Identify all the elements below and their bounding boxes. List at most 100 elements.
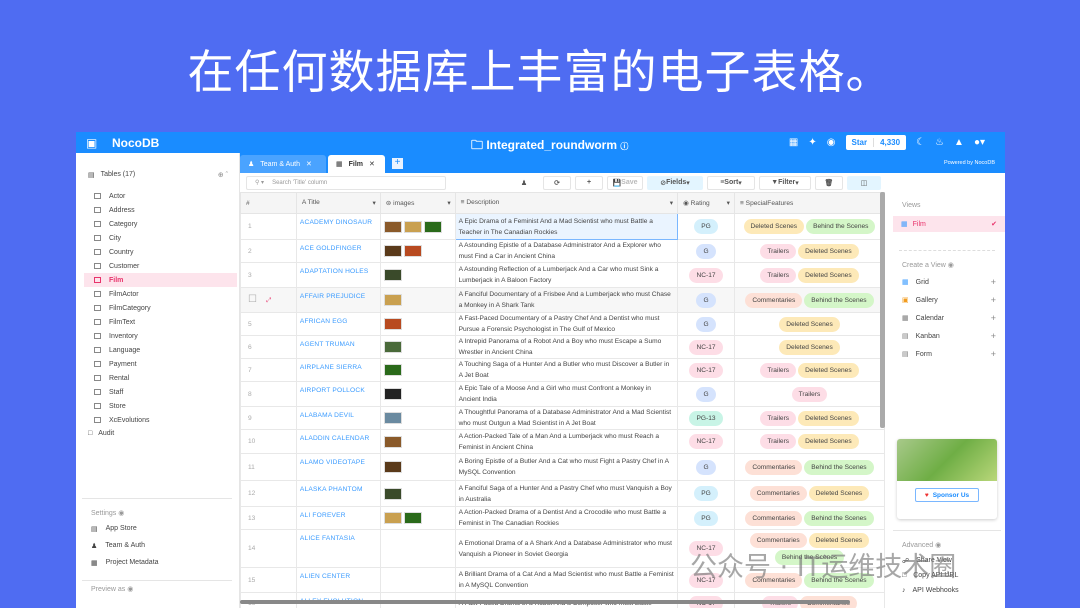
create-view-grid[interactable]: ▦ Grid + bbox=[893, 273, 1005, 291]
image-thumbnail[interactable] bbox=[423, 220, 442, 233]
image-thumbnail[interactable] bbox=[383, 245, 402, 257]
description-cell[interactable]: A Touching Saga of a Hunter And a Butler… bbox=[454, 358, 679, 382]
rating-cell[interactable]: NC-17 bbox=[677, 429, 735, 454]
special-features-cell[interactable]: Deleted Scenes Behind the Scenes bbox=[733, 213, 885, 240]
rating-cell[interactable]: G bbox=[677, 453, 735, 481]
sidebar-item-filmactor[interactable]: FilmActor bbox=[84, 287, 237, 301]
special-features-cell[interactable]: Trailers Deleted Scenes bbox=[733, 262, 885, 288]
description-cell[interactable]: A Astounding Reflection of a Lumberjack … bbox=[454, 262, 679, 288]
plus-icon[interactable]: + bbox=[991, 277, 996, 287]
sponsor-button[interactable]: ♥ Sponsor Us bbox=[915, 488, 979, 502]
table-row[interactable]: ☐ ⤢ AFFAIR PREJUDICE A Fanciful Documentar… bbox=[240, 287, 885, 313]
image-thumbnail[interactable] bbox=[383, 318, 402, 330]
table-row[interactable]: 2 ACE GOLDFINGER A Astounding Epistle of a… bbox=[240, 239, 885, 263]
add-tab-button[interactable]: + bbox=[392, 158, 403, 169]
images-cell[interactable] bbox=[379, 567, 456, 593]
expand-icon[interactable]: ⤢ bbox=[257, 297, 271, 304]
sidebar-item-customer[interactable]: Customer bbox=[84, 259, 237, 273]
description-cell[interactable]: A Epic Tale of a Moose And a Girl who mu… bbox=[454, 381, 679, 407]
table-row[interactable]: 11 ALAMO VIDEOTAPE A Boring Epistle of a B… bbox=[240, 453, 885, 481]
special-features-cell[interactable]: Deleted Scenes bbox=[733, 312, 885, 336]
sidebar-item-city[interactable]: City bbox=[84, 231, 237, 245]
twitter-icon[interactable]: ✦ bbox=[808, 137, 816, 148]
image-thumbnail[interactable] bbox=[383, 512, 402, 524]
images-cell[interactable] bbox=[379, 312, 456, 336]
plus-icon[interactable]: + bbox=[991, 295, 996, 305]
description-cell[interactable]: A Intrepid Panorama of a Robot And a Boy… bbox=[454, 335, 679, 359]
sidebar-item-store[interactable]: Store bbox=[84, 399, 237, 413]
title-cell[interactable]: ALASKA PHANTOM bbox=[295, 480, 381, 507]
title-cell[interactable]: ALABAMA DEVIL bbox=[295, 406, 381, 430]
add-row-button[interactable]: + bbox=[575, 175, 603, 190]
chevron-down-icon[interactable]: ▾ bbox=[447, 199, 450, 207]
title-cell[interactable]: ADAPTATION HOLES bbox=[295, 262, 381, 288]
plus-icon[interactable]: + bbox=[991, 349, 996, 359]
view-film[interactable]: ▦ Film ✔ bbox=[893, 216, 1005, 232]
plus-icon[interactable]: + bbox=[991, 331, 996, 341]
images-cell[interactable] bbox=[379, 506, 456, 530]
description-cell[interactable]: A Brilliant Drama of a Cat And a Mad Sci… bbox=[454, 567, 679, 593]
images-cell[interactable] bbox=[379, 239, 456, 263]
images-cell[interactable] bbox=[379, 529, 456, 568]
images-cell[interactable] bbox=[379, 406, 456, 430]
table-row[interactable]: 8 AIRPORT POLLOCK A Epic Tale of a Moose A… bbox=[240, 381, 885, 407]
sidebar-item-actor[interactable]: Actor bbox=[84, 189, 237, 203]
description-cell[interactable]: A Action-Packed Drama of a Dentist And a… bbox=[454, 506, 679, 530]
special-features-cell[interactable]: Trailers Deleted Scenes bbox=[733, 429, 885, 454]
images-cell[interactable] bbox=[379, 287, 456, 313]
images-cell[interactable] bbox=[379, 480, 456, 507]
preview-as[interactable]: Preview as ◉ bbox=[82, 580, 232, 599]
image-thumbnail[interactable] bbox=[383, 364, 402, 376]
vertical-scrollbar[interactable] bbox=[880, 192, 885, 428]
image-thumbnail[interactable] bbox=[383, 435, 402, 448]
special-features-cell[interactable]: Deleted Scenes bbox=[733, 335, 885, 359]
description-cell[interactable]: A Epic Drama of a Feminist And a Mad Sci… bbox=[454, 213, 679, 240]
account-icon[interactable]: ●▾ bbox=[974, 137, 985, 148]
title-cell[interactable]: ALAMO VIDEOTAPE bbox=[295, 453, 381, 481]
special-features-cell[interactable]: Trailers Deleted Scenes bbox=[733, 358, 885, 382]
rating-cell[interactable]: G bbox=[677, 287, 735, 313]
image-thumbnail[interactable] bbox=[383, 269, 402, 281]
description-cell[interactable]: A Fanciful Documentary of a Frisbee And … bbox=[454, 287, 679, 313]
images-cell[interactable] bbox=[379, 429, 456, 454]
column-header-specialfeatures[interactable]: ≡ SpecialFeatures bbox=[733, 192, 885, 214]
rating-cell[interactable]: PG bbox=[677, 480, 735, 507]
sidebar-item-staff[interactable]: Staff bbox=[84, 385, 237, 399]
close-icon[interactable]: ✕ bbox=[369, 160, 375, 168]
create-view-calendar[interactable]: ▦ Calendar + bbox=[893, 309, 1005, 327]
rating-cell[interactable]: PG-13 bbox=[677, 406, 735, 430]
images-cell[interactable] bbox=[379, 358, 456, 382]
rating-cell[interactable]: G bbox=[677, 312, 735, 336]
special-features-cell[interactable]: Commentaries Behind the Scenes bbox=[733, 506, 885, 530]
settings-item-1[interactable]: ♟ Team & Auth bbox=[82, 542, 232, 559]
image-thumbnail[interactable] bbox=[383, 412, 402, 424]
title-cell[interactable]: AGENT TRUMAN bbox=[295, 335, 381, 359]
title-cell[interactable]: ALIEN CENTER bbox=[295, 567, 381, 593]
create-view-form[interactable]: ▤ Form + bbox=[893, 345, 1005, 363]
horizontal-scrollbar[interactable] bbox=[240, 600, 850, 604]
images-cell[interactable] bbox=[379, 262, 456, 288]
table-row[interactable]: 7 AIRPLANE SIERRA A Touching Saga of a Hun… bbox=[240, 358, 885, 382]
image-thumbnail[interactable] bbox=[383, 220, 402, 233]
images-cell[interactable] bbox=[379, 213, 456, 240]
sidebar-item-country[interactable]: Country bbox=[84, 245, 237, 259]
image-thumbnail[interactable] bbox=[383, 388, 402, 400]
rating-cell[interactable]: NC-17 bbox=[677, 358, 735, 382]
chevron-down-icon[interactable]: ▾ bbox=[727, 199, 730, 207]
title-cell[interactable]: AIRPORT POLLOCK bbox=[295, 381, 381, 407]
images-cell[interactable] bbox=[379, 453, 456, 481]
filter-button[interactable]: ▼ Filter ▾ bbox=[759, 175, 811, 190]
sidebar-item-payment[interactable]: Payment bbox=[84, 357, 237, 371]
image-thumbnail[interactable] bbox=[403, 512, 422, 524]
rating-cell[interactable]: NC-17 bbox=[677, 335, 735, 359]
delete-icon[interactable]: 🗑 bbox=[815, 175, 843, 190]
sidebar-item-address[interactable]: Address bbox=[84, 203, 237, 217]
rating-cell[interactable]: PG bbox=[677, 506, 735, 530]
tab-team-auth[interactable]: ♟ Team & Auth ✕ bbox=[240, 155, 326, 173]
save-button[interactable]: 💾 Save bbox=[607, 175, 643, 190]
image-thumbnail[interactable] bbox=[383, 461, 402, 473]
discord-icon[interactable]: ◉ bbox=[827, 137, 836, 148]
close-icon[interactable]: ✕ bbox=[306, 160, 312, 168]
sidebar-item-inventory[interactable]: Inventory bbox=[84, 329, 237, 343]
description-cell[interactable]: A Astounding Epistle of a Database Admin… bbox=[454, 239, 679, 263]
